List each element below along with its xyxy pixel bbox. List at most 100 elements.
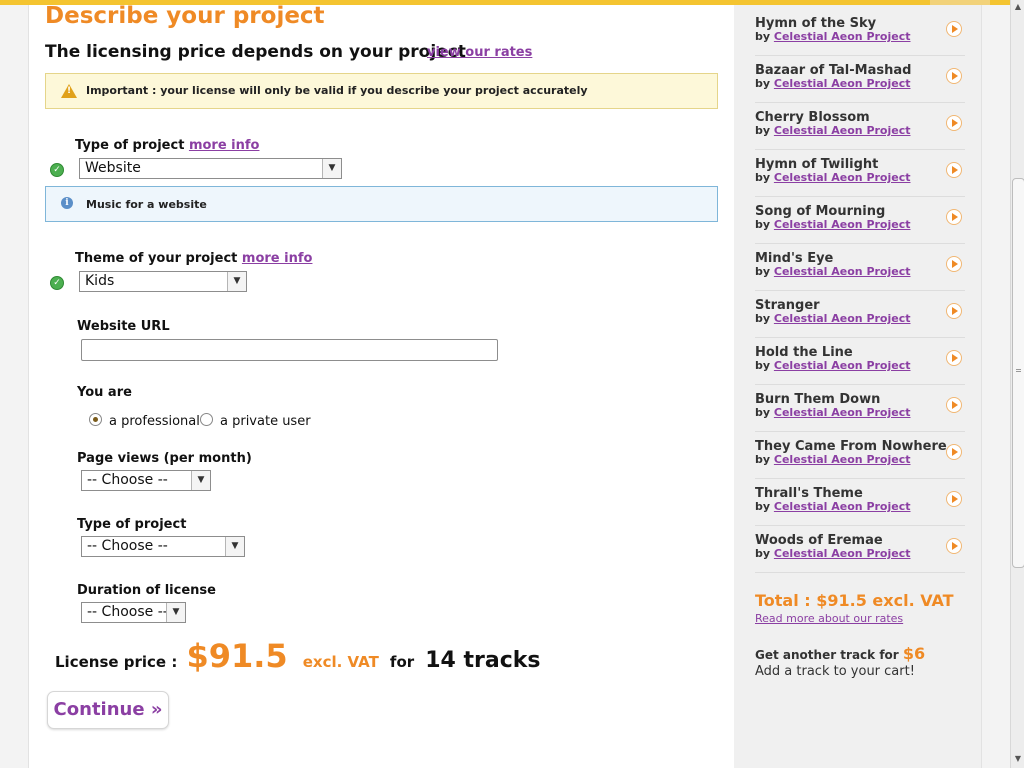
track-title: Thrall's Theme xyxy=(755,486,863,501)
license-price-excl: excl. VAT xyxy=(302,653,379,671)
duration-value: -- Choose -- xyxy=(87,604,168,620)
track-artist-line: by Celestial Aeon Project xyxy=(755,500,911,513)
track-by-text: by xyxy=(755,406,771,419)
page-subtitle: The licensing price depends on your proj… xyxy=(45,42,466,62)
track-artist-link[interactable]: Celestial Aeon Project xyxy=(774,265,911,278)
project-type-more-info-link[interactable]: more info xyxy=(189,138,260,153)
page-views-value: -- Choose -- xyxy=(87,472,168,488)
track-artist-link[interactable]: Celestial Aeon Project xyxy=(774,171,911,184)
track-by-text: by xyxy=(755,312,771,325)
another-track-text: Get another track for xyxy=(755,648,899,662)
cart-track-item: Woods of Eremae by Celestial Aeon Projec… xyxy=(755,526,965,573)
cart-track-item: They Came From Nowhere by Celestial Aeon… xyxy=(755,432,965,479)
track-artist-link[interactable]: Celestial Aeon Project xyxy=(774,218,911,231)
project-type-value: Website xyxy=(85,160,141,176)
play-icon[interactable] xyxy=(946,538,962,554)
project-type-select[interactable]: Website ▼ xyxy=(79,158,342,179)
alert-text: Important : your license will only be va… xyxy=(86,84,588,97)
read-more-rates-link[interactable]: Read more about our rates xyxy=(755,612,903,625)
project-type-2-value: -- Choose -- xyxy=(87,538,168,554)
vertical-scrollbar[interactable]: ▲ ▼ xyxy=(1010,0,1024,768)
theme-value: Kids xyxy=(85,273,115,289)
project-form-panel: Describe your project The licensing pric… xyxy=(29,3,734,768)
track-by-text: by xyxy=(755,77,771,90)
radio-professional[interactable] xyxy=(89,413,102,426)
track-artist-line: by Celestial Aeon Project xyxy=(755,359,911,372)
track-title: Hold the Line xyxy=(755,345,853,360)
cart-track-item: Cherry Blossom by Celestial Aeon Project xyxy=(755,103,965,150)
chevron-down-icon: ▼ xyxy=(322,159,341,178)
play-icon[interactable] xyxy=(946,303,962,319)
track-title: Burn Them Down xyxy=(755,392,881,407)
cart-track-item: Thrall's Theme by Celestial Aeon Project xyxy=(755,479,965,526)
track-by-text: by xyxy=(755,359,771,372)
track-by-text: by xyxy=(755,453,771,466)
track-artist-line: by Celestial Aeon Project xyxy=(755,406,911,419)
track-artist-link[interactable]: Celestial Aeon Project xyxy=(774,312,911,325)
track-artist-link[interactable]: Celestial Aeon Project xyxy=(774,77,911,90)
play-icon[interactable] xyxy=(946,444,962,460)
chevron-down-icon: ▼ xyxy=(225,537,244,556)
track-artist-line: by Celestial Aeon Project xyxy=(755,77,911,90)
track-artist-link[interactable]: Celestial Aeon Project xyxy=(774,124,911,137)
license-track-count: 14 tracks xyxy=(425,648,541,673)
track-artist-link[interactable]: Celestial Aeon Project xyxy=(774,406,911,419)
track-title: Hymn of the Sky xyxy=(755,16,877,31)
play-icon[interactable] xyxy=(946,162,962,178)
website-url-input[interactable] xyxy=(81,339,498,361)
page-left-margin xyxy=(0,5,29,768)
play-icon[interactable] xyxy=(946,209,962,225)
website-url-label: Website URL xyxy=(77,319,170,334)
track-by-text: by xyxy=(755,30,771,43)
track-artist-link[interactable]: Celestial Aeon Project xyxy=(774,547,911,560)
track-title: Cherry Blossom xyxy=(755,110,870,125)
info-text: Music for a website xyxy=(86,198,207,211)
theme-more-info-link[interactable]: more info xyxy=(242,251,313,266)
check-icon: ✓ xyxy=(50,276,64,290)
page-views-label: Page views (per month) xyxy=(77,451,252,466)
theme-select[interactable]: Kids ▼ xyxy=(79,271,247,292)
play-icon[interactable] xyxy=(946,350,962,366)
project-type-label: Type of project more info xyxy=(75,138,259,153)
scrollbar-thumb[interactable] xyxy=(1012,178,1024,568)
cart-track-item: Song of Mourning by Celestial Aeon Proje… xyxy=(755,197,965,244)
project-type-info-box: i Music for a website xyxy=(45,186,718,222)
radio-professional-label[interactable]: a professional xyxy=(109,414,200,429)
important-alert: Important : your license will only be va… xyxy=(45,73,718,109)
track-artist-line: by Celestial Aeon Project xyxy=(755,124,911,137)
track-by-text: by xyxy=(755,218,771,231)
scroll-up-icon[interactable]: ▲ xyxy=(1012,0,1024,14)
track-by-text: by xyxy=(755,265,771,278)
continue-button[interactable]: Continue » xyxy=(47,691,169,729)
track-title: Woods of Eremae xyxy=(755,533,883,548)
track-title: Song of Mourning xyxy=(755,204,886,219)
track-title: Hymn of Twilight xyxy=(755,157,879,172)
play-icon[interactable] xyxy=(946,115,962,131)
scroll-down-icon[interactable]: ▼ xyxy=(1012,752,1024,766)
cart-track-item: Stranger by Celestial Aeon Project xyxy=(755,291,965,338)
play-icon[interactable] xyxy=(946,491,962,507)
cart-track-item: Mind's Eye by Celestial Aeon Project xyxy=(755,244,965,291)
page-views-select[interactable]: -- Choose -- ▼ xyxy=(81,470,211,491)
track-artist-line: by Celestial Aeon Project xyxy=(755,218,911,231)
track-artist-link[interactable]: Celestial Aeon Project xyxy=(774,359,911,372)
theme-label-text: Theme of your project xyxy=(75,251,238,266)
play-icon[interactable] xyxy=(946,256,962,272)
duration-select[interactable]: -- Choose -- ▼ xyxy=(81,602,186,623)
track-title: They Came From Nowhere xyxy=(755,439,947,454)
theme-label: Theme of your project more info xyxy=(75,251,312,266)
track-by-text: by xyxy=(755,500,771,513)
play-icon[interactable] xyxy=(946,397,962,413)
radio-private-user[interactable] xyxy=(200,413,213,426)
track-artist-link[interactable]: Celestial Aeon Project xyxy=(774,30,911,43)
play-icon[interactable] xyxy=(946,68,962,84)
cart-track-item: Hymn of Twilight by Celestial Aeon Proje… xyxy=(755,150,965,197)
add-track-text: Add a track to your cart! xyxy=(755,664,915,679)
radio-private-user-label[interactable]: a private user xyxy=(220,414,311,429)
play-icon[interactable] xyxy=(946,21,962,37)
track-artist-link[interactable]: Celestial Aeon Project xyxy=(774,500,911,513)
view-rates-link[interactable]: view our rates xyxy=(427,45,532,60)
track-by-text: by xyxy=(755,171,771,184)
project-type-2-select[interactable]: -- Choose -- ▼ xyxy=(81,536,245,557)
track-artist-link[interactable]: Celestial Aeon Project xyxy=(774,453,911,466)
